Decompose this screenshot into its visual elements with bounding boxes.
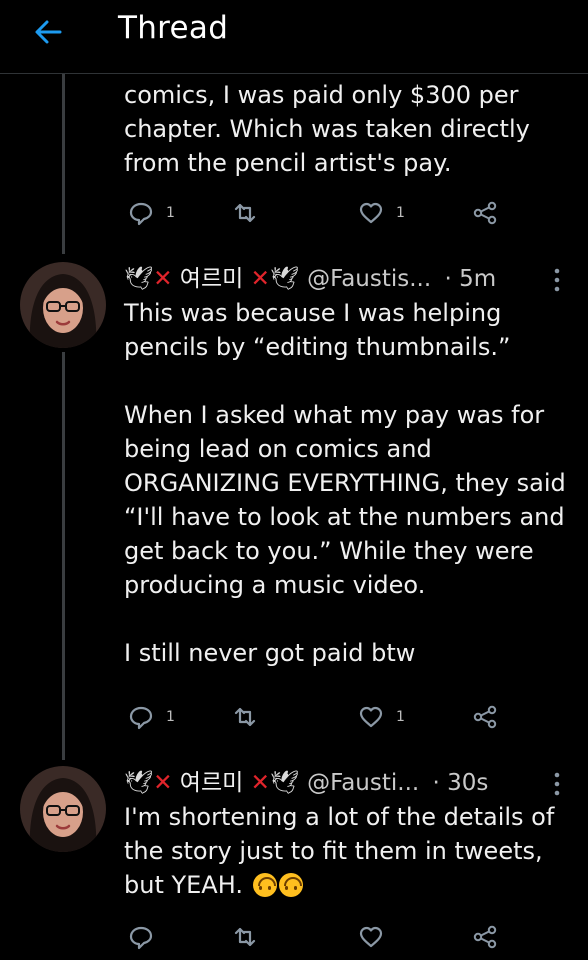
- reply-icon: [129, 202, 153, 226]
- share-icon: [473, 705, 497, 729]
- user-handle: @Faustis...: [307, 266, 432, 292]
- dove-emoji: 🕊: [124, 770, 154, 796]
- more-options-icon[interactable]: [548, 770, 566, 798]
- avatar[interactable]: [20, 262, 106, 348]
- retweet-icon: [234, 927, 256, 947]
- reply-button[interactable]: 1: [128, 700, 175, 734]
- user-handle: @Fausti...: [307, 770, 420, 796]
- retweet-button[interactable]: [232, 920, 258, 954]
- heart-icon: [359, 202, 383, 224]
- reply-button[interactable]: [128, 920, 154, 954]
- page-title: Thread: [118, 10, 229, 46]
- reply-icon: [129, 706, 153, 730]
- cross-mark-emoji: ✕: [250, 266, 270, 292]
- like-count: 1: [396, 205, 405, 221]
- more-options-icon[interactable]: [548, 266, 566, 294]
- tweet-actions: [124, 920, 574, 954]
- dove-emoji: 🕊: [124, 266, 154, 292]
- heart-icon: [359, 926, 383, 948]
- share-button[interactable]: [472, 196, 498, 230]
- tweet-text-body: I'm shortening a lot of the details of t…: [124, 803, 555, 899]
- reply-icon: [129, 926, 153, 950]
- upside-down-face-emoji: [278, 873, 303, 897]
- reply-count: 1: [166, 709, 175, 725]
- dove-emoji: 🕊: [269, 770, 300, 796]
- share-icon: [473, 201, 497, 225]
- upside-down-face-emoji: [252, 873, 277, 897]
- reply-count: 1: [166, 205, 175, 221]
- retweet-button[interactable]: [232, 196, 258, 230]
- avatar-photo: [20, 766, 106, 852]
- share-button[interactable]: [472, 700, 498, 734]
- tweet-text: This was because I was helping pencils b…: [124, 299, 566, 667]
- like-count: 1: [396, 709, 405, 725]
- top-bar: Thread: [0, 0, 588, 74]
- cross-mark-emoji: ✕: [153, 770, 173, 796]
- cross-mark-emoji: ✕: [153, 266, 173, 292]
- timestamp: · 5m: [444, 266, 497, 292]
- retweet-button[interactable]: [232, 700, 258, 734]
- cross-mark-emoji: ✕: [250, 770, 270, 796]
- retweet-icon: [234, 707, 256, 727]
- tweet-text: I'm shortening a lot of the details of t…: [124, 800, 574, 902]
- retweet-icon: [234, 203, 256, 223]
- tweet-author-row[interactable]: 🕊✕ 여르미 ✕🕊 @Fausti... · 30s: [124, 766, 488, 800]
- heart-icon: [359, 706, 383, 728]
- timestamp: · 30s: [432, 770, 489, 796]
- thread-connector: [62, 352, 65, 760]
- tweet-author-row[interactable]: 🕊✕ 여르미 ✕🕊 @Faustis... · 5m: [124, 262, 496, 296]
- share-icon: [473, 925, 497, 949]
- like-button[interactable]: 1: [358, 700, 405, 734]
- avatar-photo: [20, 262, 106, 348]
- dove-emoji: 🕊: [269, 266, 300, 292]
- display-name: 여르미: [179, 266, 244, 292]
- like-button[interactable]: 1: [358, 196, 405, 230]
- thread-connector: [62, 74, 65, 254]
- reply-button[interactable]: 1: [128, 196, 175, 230]
- tweet-actions: 1 1: [124, 196, 574, 230]
- share-button[interactable]: [472, 920, 498, 954]
- like-button[interactable]: [358, 920, 384, 954]
- back-arrow-icon[interactable]: [34, 18, 62, 46]
- tweet-actions: 1 1: [124, 700, 574, 734]
- display-name: 여르미: [179, 770, 244, 796]
- avatar[interactable]: [20, 766, 106, 852]
- tweet-text: comics, I was paid only $300 per chapter…: [124, 81, 530, 177]
